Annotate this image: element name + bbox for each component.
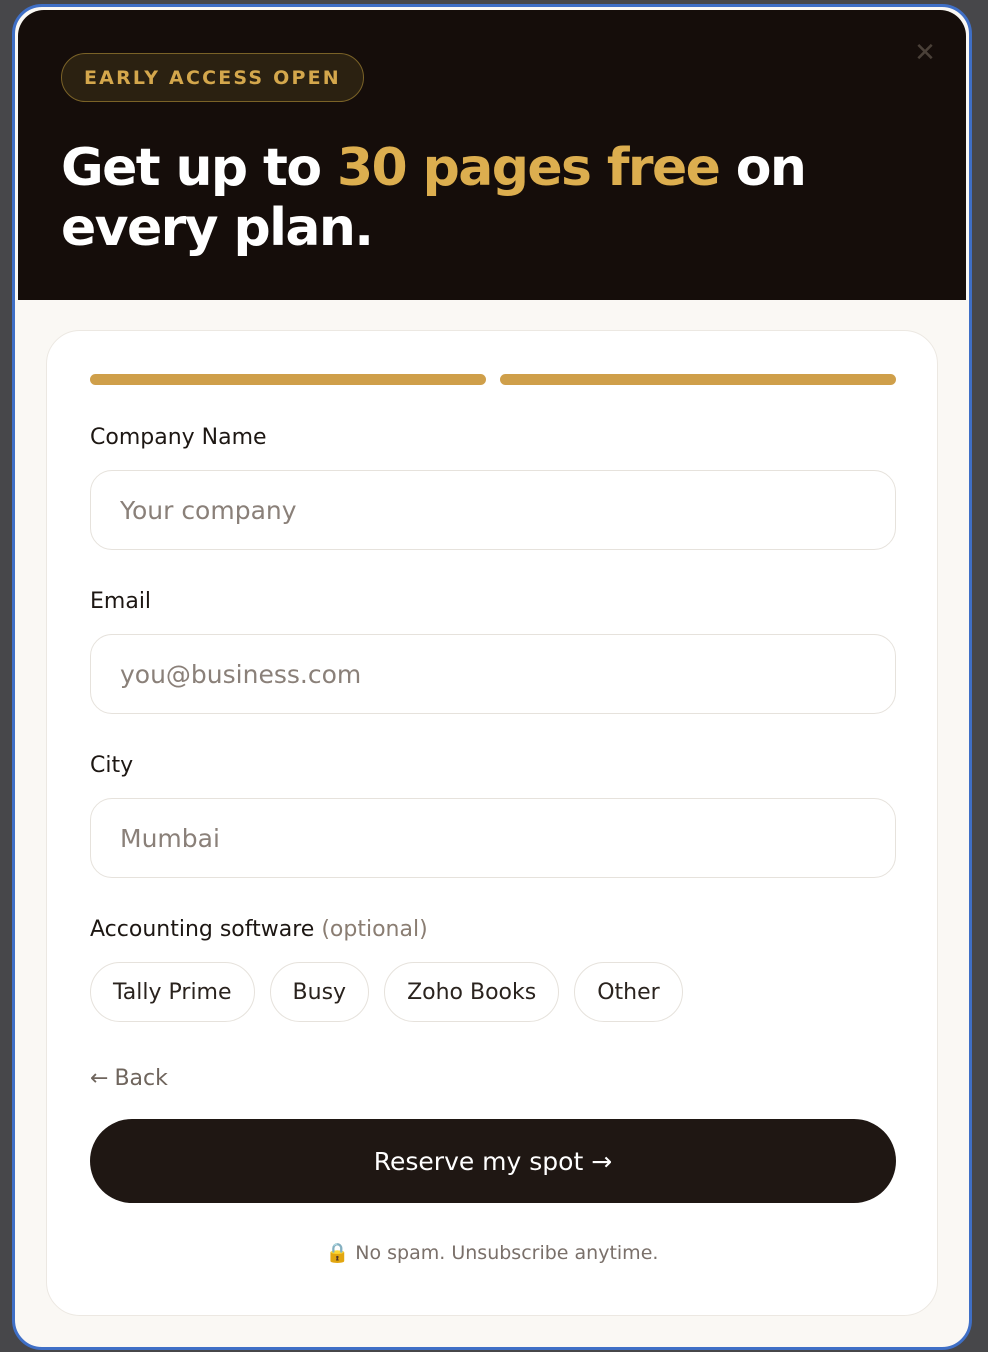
hero-banner: EARLY ACCESS OPEN ✕ Get up to 30 pages f…: [18, 10, 966, 300]
back-link[interactable]: ← Back: [90, 1066, 168, 1091]
early-access-badge: EARLY ACCESS OPEN: [61, 53, 364, 102]
back-label: Back: [114, 1066, 168, 1091]
progress-step-2: [500, 374, 896, 385]
no-spam-text: No spam. Unsubscribe anytime.: [355, 1242, 659, 1264]
accounting-software-label-text: Accounting software: [90, 917, 315, 942]
signup-modal: EARLY ACCESS OPEN ✕ Get up to 30 pages f…: [12, 4, 972, 1350]
company-name-input[interactable]: [90, 470, 896, 550]
progress-step-1: [90, 374, 486, 385]
city-input[interactable]: [90, 798, 896, 878]
arrow-right-icon: →: [591, 1146, 613, 1176]
reserve-spot-label: Reserve my spot: [373, 1146, 584, 1176]
city-label: City: [90, 753, 134, 778]
company-name-label: Company Name: [90, 425, 267, 450]
headline-before: Get up to: [61, 138, 337, 198]
option-busy[interactable]: Busy: [269, 962, 370, 1022]
headline: Get up to 30 pages free on every plan.: [61, 138, 931, 258]
option-tally-prime[interactable]: Tally Prime: [90, 962, 255, 1022]
option-zoho-books[interactable]: Zoho Books: [384, 962, 560, 1022]
modal-inner: EARLY ACCESS OPEN ✕ Get up to 30 pages f…: [18, 10, 966, 1344]
step-progress: [90, 374, 896, 385]
form-card: Company Name Email City Accounting softw…: [46, 330, 938, 1316]
email-label: Email: [90, 589, 152, 614]
reserve-spot-button[interactable]: Reserve my spot →: [90, 1119, 896, 1203]
software-options: Tally Prime Busy Zoho Books Other: [90, 962, 683, 1022]
headline-accent: 30 pages free: [336, 138, 721, 198]
lock-icon: 🔒: [325, 1242, 350, 1264]
optional-hint: (optional): [321, 917, 428, 942]
accounting-software-label: Accounting software (optional): [90, 917, 428, 942]
no-spam-note: 🔒 No spam. Unsubscribe anytime.: [47, 1241, 937, 1264]
option-other[interactable]: Other: [574, 962, 683, 1022]
email-input[interactable]: [90, 634, 896, 714]
close-icon[interactable]: ✕: [914, 40, 936, 66]
arrow-left-icon: ←: [90, 1066, 109, 1091]
